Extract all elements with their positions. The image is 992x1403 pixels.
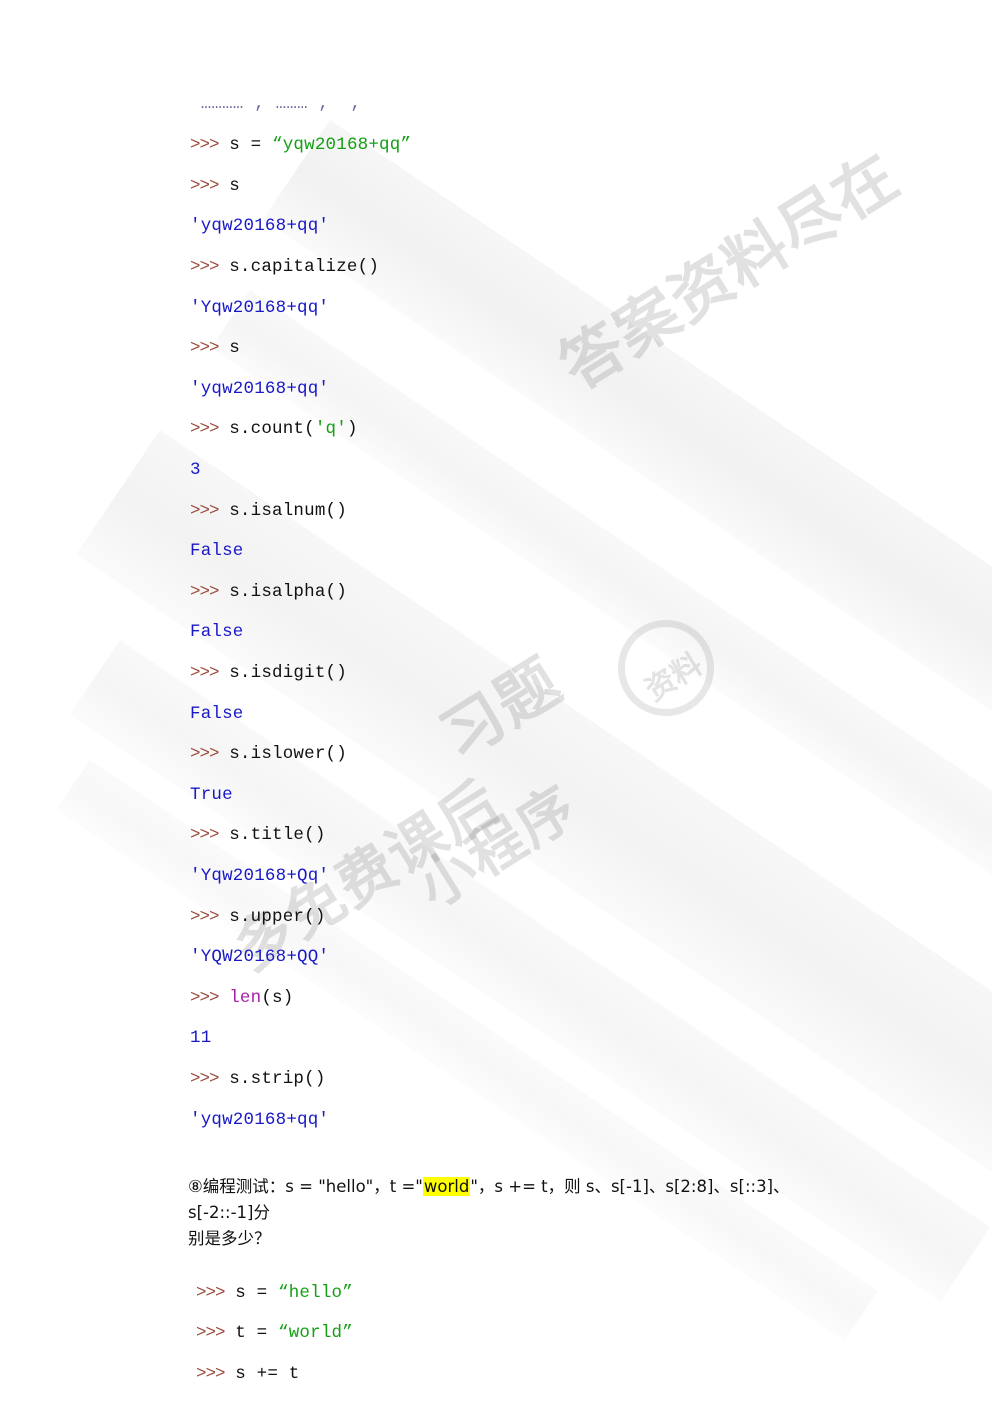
repl-output: False bbox=[190, 541, 244, 562]
repl-output: False bbox=[190, 703, 244, 724]
repl-output: True bbox=[190, 784, 233, 805]
repl-line: False bbox=[190, 622, 992, 642]
repl-code: s += t bbox=[224, 1363, 300, 1384]
repl-output: False bbox=[190, 622, 244, 643]
repl-line: >>> s.count('q') bbox=[190, 419, 992, 439]
repl-line: >>> s.isalnum() bbox=[190, 501, 992, 521]
repl-line: True bbox=[190, 785, 992, 805]
repl-string: “yqw20168+qq” bbox=[272, 135, 412, 156]
repl-output: 'yqw20168+qq' bbox=[190, 216, 330, 237]
clipped-top-line: '…………','………',''," bbox=[190, 103, 530, 115]
repl-prompt: >>> bbox=[190, 825, 219, 846]
repl-code-after: (s) bbox=[261, 987, 294, 1008]
repl-string: “world” bbox=[278, 1323, 353, 1344]
repl-line: 'yqw20168+qq' bbox=[190, 379, 992, 399]
repl-prompt: >>> bbox=[190, 906, 219, 927]
repl-prompt: >>> bbox=[190, 257, 219, 278]
repl-prompt: >>> bbox=[190, 1068, 219, 1089]
repl-prompt: >>> bbox=[190, 135, 219, 156]
repl-line: 11 bbox=[190, 1028, 992, 1048]
repl-prompt: >>> bbox=[190, 663, 219, 684]
repl-line: >>> s.strip() bbox=[190, 1069, 992, 1089]
repl-code: s bbox=[218, 338, 240, 359]
repl-code: s = bbox=[224, 1282, 279, 1303]
repl-line: >>> s bbox=[190, 338, 992, 358]
string-methods-repl: >>> s = “yqw20168+qq” >>> s 'yqw20168+qq… bbox=[190, 115, 992, 1170]
repl-prompt: >>> bbox=[196, 1282, 225, 1303]
repl-line: >>> s = “yqw20168+qq” bbox=[190, 135, 992, 155]
repl-output: 'YQW20168+QQ' bbox=[190, 947, 330, 968]
repl-line: >>> s bbox=[190, 176, 992, 196]
repl-line: >>> s = “hello” bbox=[196, 1283, 992, 1303]
repl-line: >>> s.islower() bbox=[190, 744, 992, 764]
repl-line: >>> s.upper() bbox=[190, 907, 992, 927]
repl-output: 'yqw20168+qq' bbox=[190, 1109, 330, 1130]
repl-builtin: len bbox=[218, 987, 262, 1008]
repl-prompt: >>> bbox=[190, 581, 219, 602]
repl-prompt: >>> bbox=[196, 1323, 225, 1344]
repl-line: False bbox=[190, 704, 992, 724]
document-page: 答案资料尽在 习题 多免费课后 小程序 资料 '…………','………','',"… bbox=[0, 0, 992, 1403]
repl-code: s bbox=[218, 175, 240, 196]
repl-output: 3 bbox=[190, 460, 201, 481]
repl-line: False bbox=[190, 541, 992, 561]
question-8: ⑧编程测试：s = "hello"，t ="world"，s += t，则 s、… bbox=[188, 1174, 848, 1252]
clipped-top-line-text: '…………','………',''," bbox=[190, 103, 372, 114]
repl-line: 'Yqw20168+Qq' bbox=[190, 866, 992, 886]
repl-code: s.capitalize() bbox=[218, 257, 380, 278]
repl-prompt: >>> bbox=[190, 175, 219, 196]
repl-line: >>> len(s) bbox=[190, 988, 992, 1008]
repl-line: 3 bbox=[190, 460, 992, 480]
repl-prompt: >>> bbox=[190, 987, 219, 1008]
repl-output: 'yqw20168+qq' bbox=[190, 378, 330, 399]
repl-line: >>> s += t bbox=[196, 1364, 992, 1384]
page-content: '…………','………',''," >>> s = “yqw20168+qq” … bbox=[0, 0, 992, 1403]
repl-line: 'yqw20168+qq' bbox=[190, 216, 992, 236]
repl-line: >>> s.title() bbox=[190, 825, 992, 845]
repl-code: s.upper() bbox=[218, 906, 326, 927]
repl-prompt: >>> bbox=[190, 744, 219, 765]
repl-line: 'Yqw20168+qq' bbox=[190, 298, 992, 318]
question-8-marker: ⑧ bbox=[188, 1177, 203, 1197]
repl-string: “hello” bbox=[278, 1282, 353, 1303]
repl-line: >>> s.capitalize() bbox=[190, 257, 992, 277]
repl-code: s.count( bbox=[218, 419, 315, 440]
question-8-text-line2: 别是多少？ bbox=[188, 1229, 271, 1249]
repl-line: 'yqw20168+qq' bbox=[190, 1110, 992, 1130]
repl-code: s.isalnum() bbox=[218, 500, 347, 521]
repl-code-after: ) bbox=[346, 419, 358, 440]
repl-line: >>> s.isdigit() bbox=[190, 663, 992, 683]
repl-prompt: >>> bbox=[190, 338, 219, 359]
repl-line: 'YQW20168+QQ' bbox=[190, 947, 992, 967]
repl-string: 'q' bbox=[314, 419, 347, 440]
repl-code: t = bbox=[224, 1323, 279, 1344]
repl-code: s = bbox=[218, 135, 273, 156]
question-8-highlight: world bbox=[422, 1177, 471, 1197]
repl-line: >>> s.isalpha() bbox=[190, 582, 992, 602]
repl-prompt: >>> bbox=[190, 419, 219, 440]
repl-code: s.title() bbox=[218, 825, 326, 846]
repl-line: >>> t = “world” bbox=[196, 1323, 992, 1343]
repl-prompt: >>> bbox=[190, 500, 219, 521]
repl-output: 11 bbox=[190, 1028, 212, 1049]
repl-code: s.strip() bbox=[218, 1068, 326, 1089]
repl-output: 'Yqw20168+qq' bbox=[190, 297, 330, 318]
repl-code: s.isdigit() bbox=[218, 663, 347, 684]
question-8-text-before: 编程测试：s = "hello"，t =" bbox=[202, 1177, 423, 1197]
repl-code: s.islower() bbox=[218, 744, 347, 765]
repl-prompt: >>> bbox=[196, 1363, 225, 1384]
repl-code: s.isalpha() bbox=[218, 581, 347, 602]
string-slicing-repl: >>> s = “hello” >>> t = “world” >>> s +=… bbox=[196, 1262, 992, 1403]
repl-output: 'Yqw20168+Qq' bbox=[190, 865, 330, 886]
